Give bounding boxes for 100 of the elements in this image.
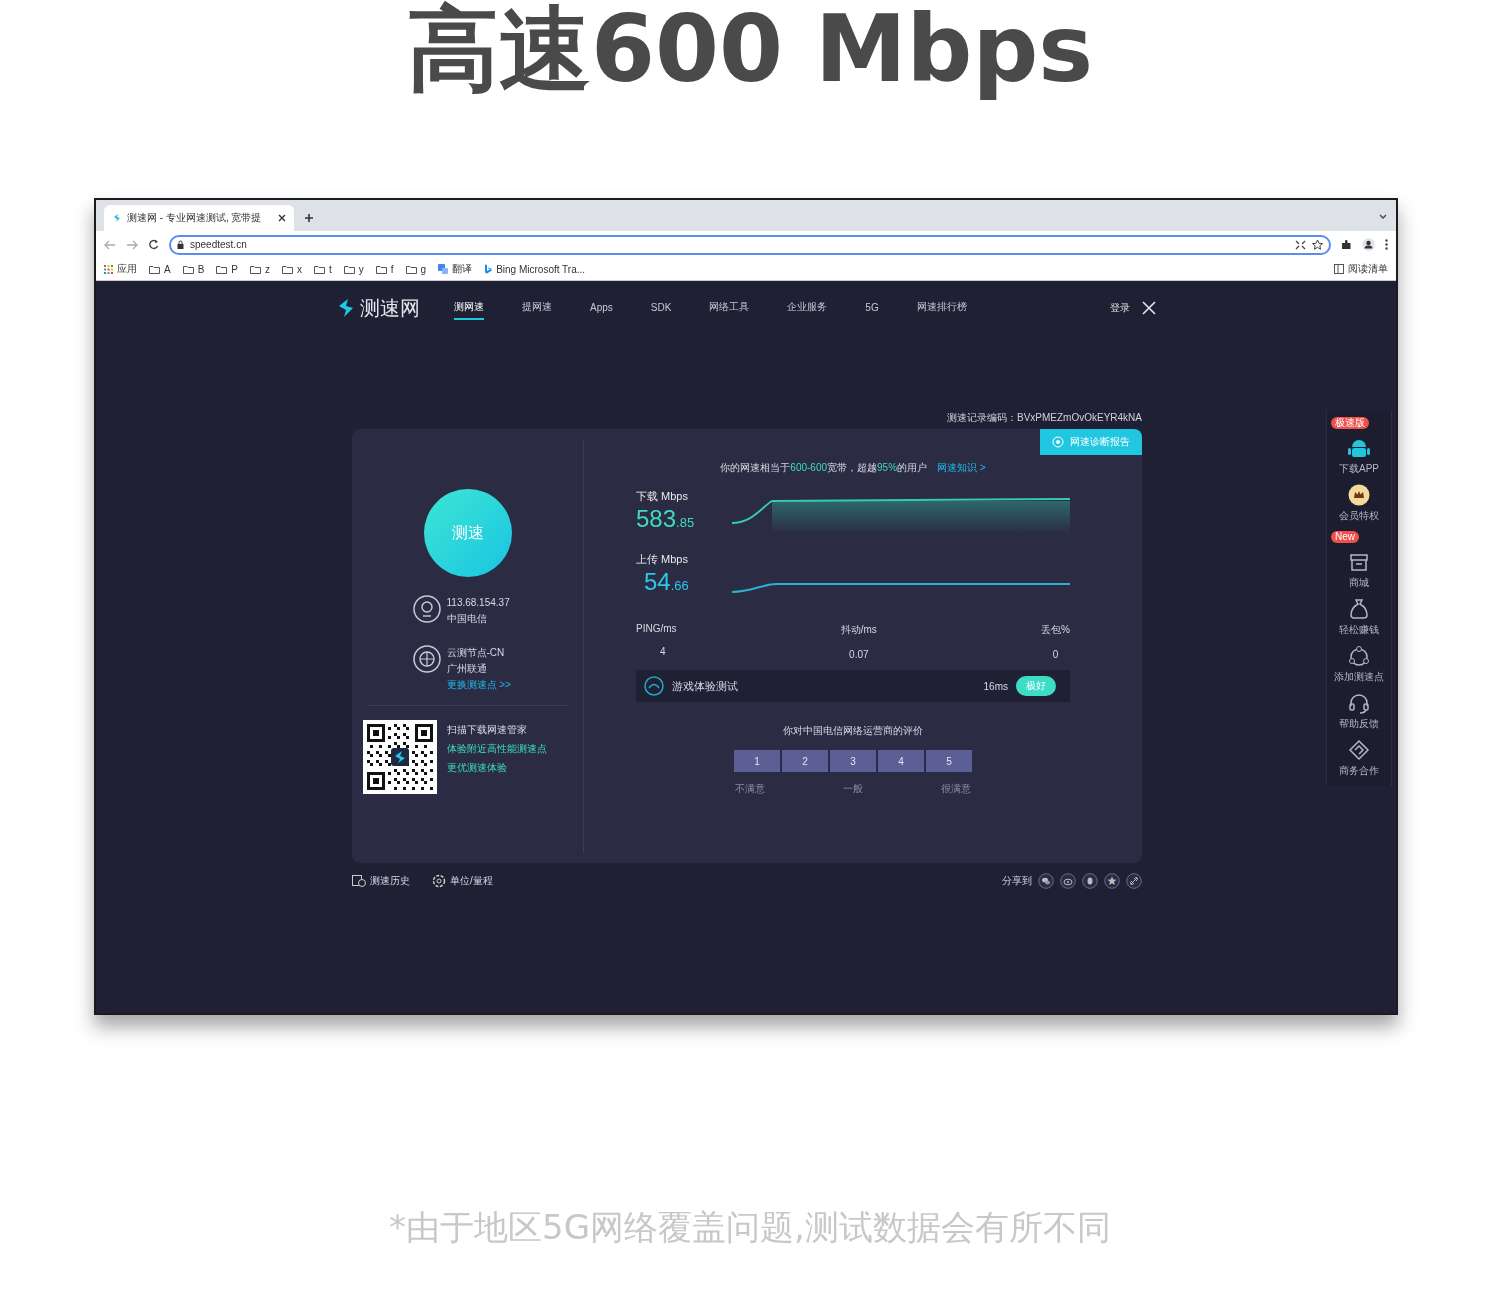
speed-summary: 你的网速相当于600-600宽带，超越95%的用户 bbox=[720, 461, 928, 475]
nav-tab[interactable]: SDK bbox=[650, 297, 672, 319]
rating-option[interactable]: 5 bbox=[926, 750, 972, 772]
folder-icon bbox=[149, 264, 160, 274]
game-latency: 16ms bbox=[983, 680, 1008, 692]
bookmark-item[interactable]: x bbox=[282, 263, 302, 275]
stat-value: 0 bbox=[1052, 649, 1059, 660]
folder-icon bbox=[282, 264, 293, 274]
stat-value: 0.07 bbox=[849, 649, 869, 660]
folder-icon bbox=[343, 264, 355, 274]
sidebar-badge: 极速版 bbox=[1331, 417, 1369, 429]
nav-tab[interactable]: 提网速 bbox=[522, 296, 552, 320]
folder-icon bbox=[405, 264, 417, 274]
sidebar-item[interactable]: 下载APP bbox=[1339, 437, 1379, 476]
sidebar-item[interactable]: 会员特权 bbox=[1339, 484, 1379, 523]
reading-list-icon bbox=[1334, 264, 1344, 274]
bookmark-item[interactable]: f bbox=[375, 263, 394, 275]
b-logo-icon bbox=[484, 264, 493, 274]
tab-title: 测速网 - 专业网速测试, 宽带提 bbox=[127, 211, 263, 225]
apps-grid-icon bbox=[104, 264, 113, 274]
change-node-link[interactable]: 更换测速点 >> bbox=[446, 677, 511, 693]
sidebar-item[interactable]: 帮助反馈 bbox=[1339, 692, 1379, 731]
folder-icon bbox=[216, 264, 228, 274]
node-isp: 广州联通 bbox=[446, 662, 488, 676]
scale-label: 不满意 bbox=[735, 782, 765, 796]
bookmark-item[interactable]: Bing Microsoft Tra... bbox=[484, 263, 586, 275]
menu-dots-icon[interactable] bbox=[1385, 239, 1388, 250]
bookmark-item[interactable]: y bbox=[343, 263, 364, 275]
rating-badge: 极好 bbox=[1016, 676, 1056, 696]
meter-label: 下载 Mbps bbox=[636, 489, 689, 504]
history-link[interactable]: 测速历史 bbox=[352, 874, 410, 888]
gamepad-icon bbox=[644, 676, 664, 696]
game-test-label: 游戏体验测试 bbox=[672, 678, 739, 694]
chevron-down-icon[interactable] bbox=[1378, 213, 1388, 221]
knowledge-link[interactable]: 网速知识 > bbox=[937, 461, 986, 475]
star-icon[interactable] bbox=[1312, 239, 1323, 250]
rating-option[interactable]: 3 bbox=[830, 750, 876, 772]
scale-label: 很满意 bbox=[941, 782, 971, 796]
eye-logo-icon[interactable] bbox=[1060, 873, 1076, 889]
meter-label: 上传 Mbps bbox=[636, 552, 689, 567]
reading-list-button[interactable]: 阅读清单 bbox=[1334, 262, 1388, 276]
robot-icon bbox=[1348, 437, 1370, 459]
rating-option[interactable]: 4 bbox=[878, 750, 924, 772]
nav-tab[interactable]: 测网速 bbox=[454, 296, 484, 320]
sidebar-label: 下载APP bbox=[1339, 462, 1379, 476]
record-code-text: 测速记录编码：BVxPMEZmOvOkEYR4kNA bbox=[945, 411, 1142, 425]
sidebar-label: 轻松赚钱 bbox=[1339, 623, 1379, 637]
folder-icon bbox=[182, 264, 194, 274]
globe-icon bbox=[412, 645, 441, 673]
rating-option[interactable]: 2 bbox=[782, 750, 828, 772]
units-link[interactable]: 单位/量程 bbox=[432, 874, 493, 888]
bookmark-item[interactable]: 应用 bbox=[104, 262, 137, 276]
bookmark-item[interactable]: A bbox=[149, 263, 171, 275]
stat-label: PING/ms bbox=[636, 623, 677, 634]
reload-icon[interactable] bbox=[148, 239, 159, 250]
speed-value: 54.66 bbox=[643, 567, 690, 597]
profile-icon[interactable] bbox=[1362, 238, 1375, 251]
bookmark-item[interactable]: 翻译 bbox=[438, 262, 473, 276]
bookmark-item[interactable]: g bbox=[405, 263, 427, 275]
sidebar-item[interactable]: 添加测速点 bbox=[1334, 645, 1384, 684]
storefront-icon bbox=[1348, 551, 1370, 573]
sidebar-item[interactable]: 轻松赚钱 bbox=[1339, 598, 1379, 637]
nav-tab[interactable]: 企业服务 bbox=[787, 296, 828, 320]
sidebar-item[interactable]: 商城 bbox=[1348, 551, 1370, 590]
folder-icon bbox=[314, 264, 325, 274]
close-icon[interactable] bbox=[278, 214, 286, 222]
sidebar-item[interactable]: 商务合作 bbox=[1339, 739, 1379, 778]
chat-bubbles-icon[interactable] bbox=[1038, 873, 1054, 889]
nav-tab[interactable]: 5G bbox=[865, 297, 879, 319]
bookmark-item[interactable]: P bbox=[216, 263, 238, 275]
login-link[interactable]: 登录 bbox=[1110, 301, 1130, 315]
address-field[interactable]: speedtest.cn bbox=[169, 234, 1331, 255]
rating-option[interactable]: 1 bbox=[734, 750, 780, 772]
qr-promo-text: 更优测速体验 bbox=[446, 761, 508, 775]
brand-name: 测速网 bbox=[360, 295, 420, 321]
network-nodes-icon bbox=[1348, 645, 1370, 667]
bookmark-item[interactable]: B bbox=[182, 263, 205, 275]
stat-label: 丢包% bbox=[1041, 623, 1070, 637]
sidebar-label: 商务合作 bbox=[1339, 764, 1379, 778]
nav-tab[interactable]: Apps bbox=[590, 297, 613, 319]
folder-icon bbox=[375, 264, 387, 274]
ip-address: 113.68.154.37 bbox=[446, 596, 510, 610]
bookmark-item[interactable]: z bbox=[250, 263, 270, 275]
lock-icon bbox=[177, 240, 184, 249]
stat-label: 抖动/ms bbox=[840, 623, 877, 637]
browser-tab[interactable]: 测速网 - 专业网速测试, 宽带提 bbox=[104, 205, 294, 231]
nav-tab[interactable]: 网络工具 bbox=[709, 296, 750, 320]
link-icon[interactable] bbox=[1126, 873, 1142, 889]
nav-tab[interactable]: 网速排行榜 bbox=[916, 296, 967, 320]
sidebar-label: 添加测速点 bbox=[1334, 670, 1384, 684]
crown-icon bbox=[1348, 484, 1370, 506]
target-icon bbox=[1052, 436, 1064, 448]
translate-icon bbox=[438, 264, 449, 274]
gear-icon bbox=[432, 874, 446, 888]
history-icon bbox=[352, 875, 366, 887]
new-tab-icon[interactable] bbox=[304, 213, 314, 223]
bookmark-item[interactable]: t bbox=[314, 263, 332, 275]
sidebar-label: 帮助反馈 bbox=[1339, 717, 1379, 731]
game-test-bar[interactable]: 游戏体验测试 16ms 极好 bbox=[636, 670, 1070, 702]
money-bag-icon bbox=[1348, 598, 1370, 620]
